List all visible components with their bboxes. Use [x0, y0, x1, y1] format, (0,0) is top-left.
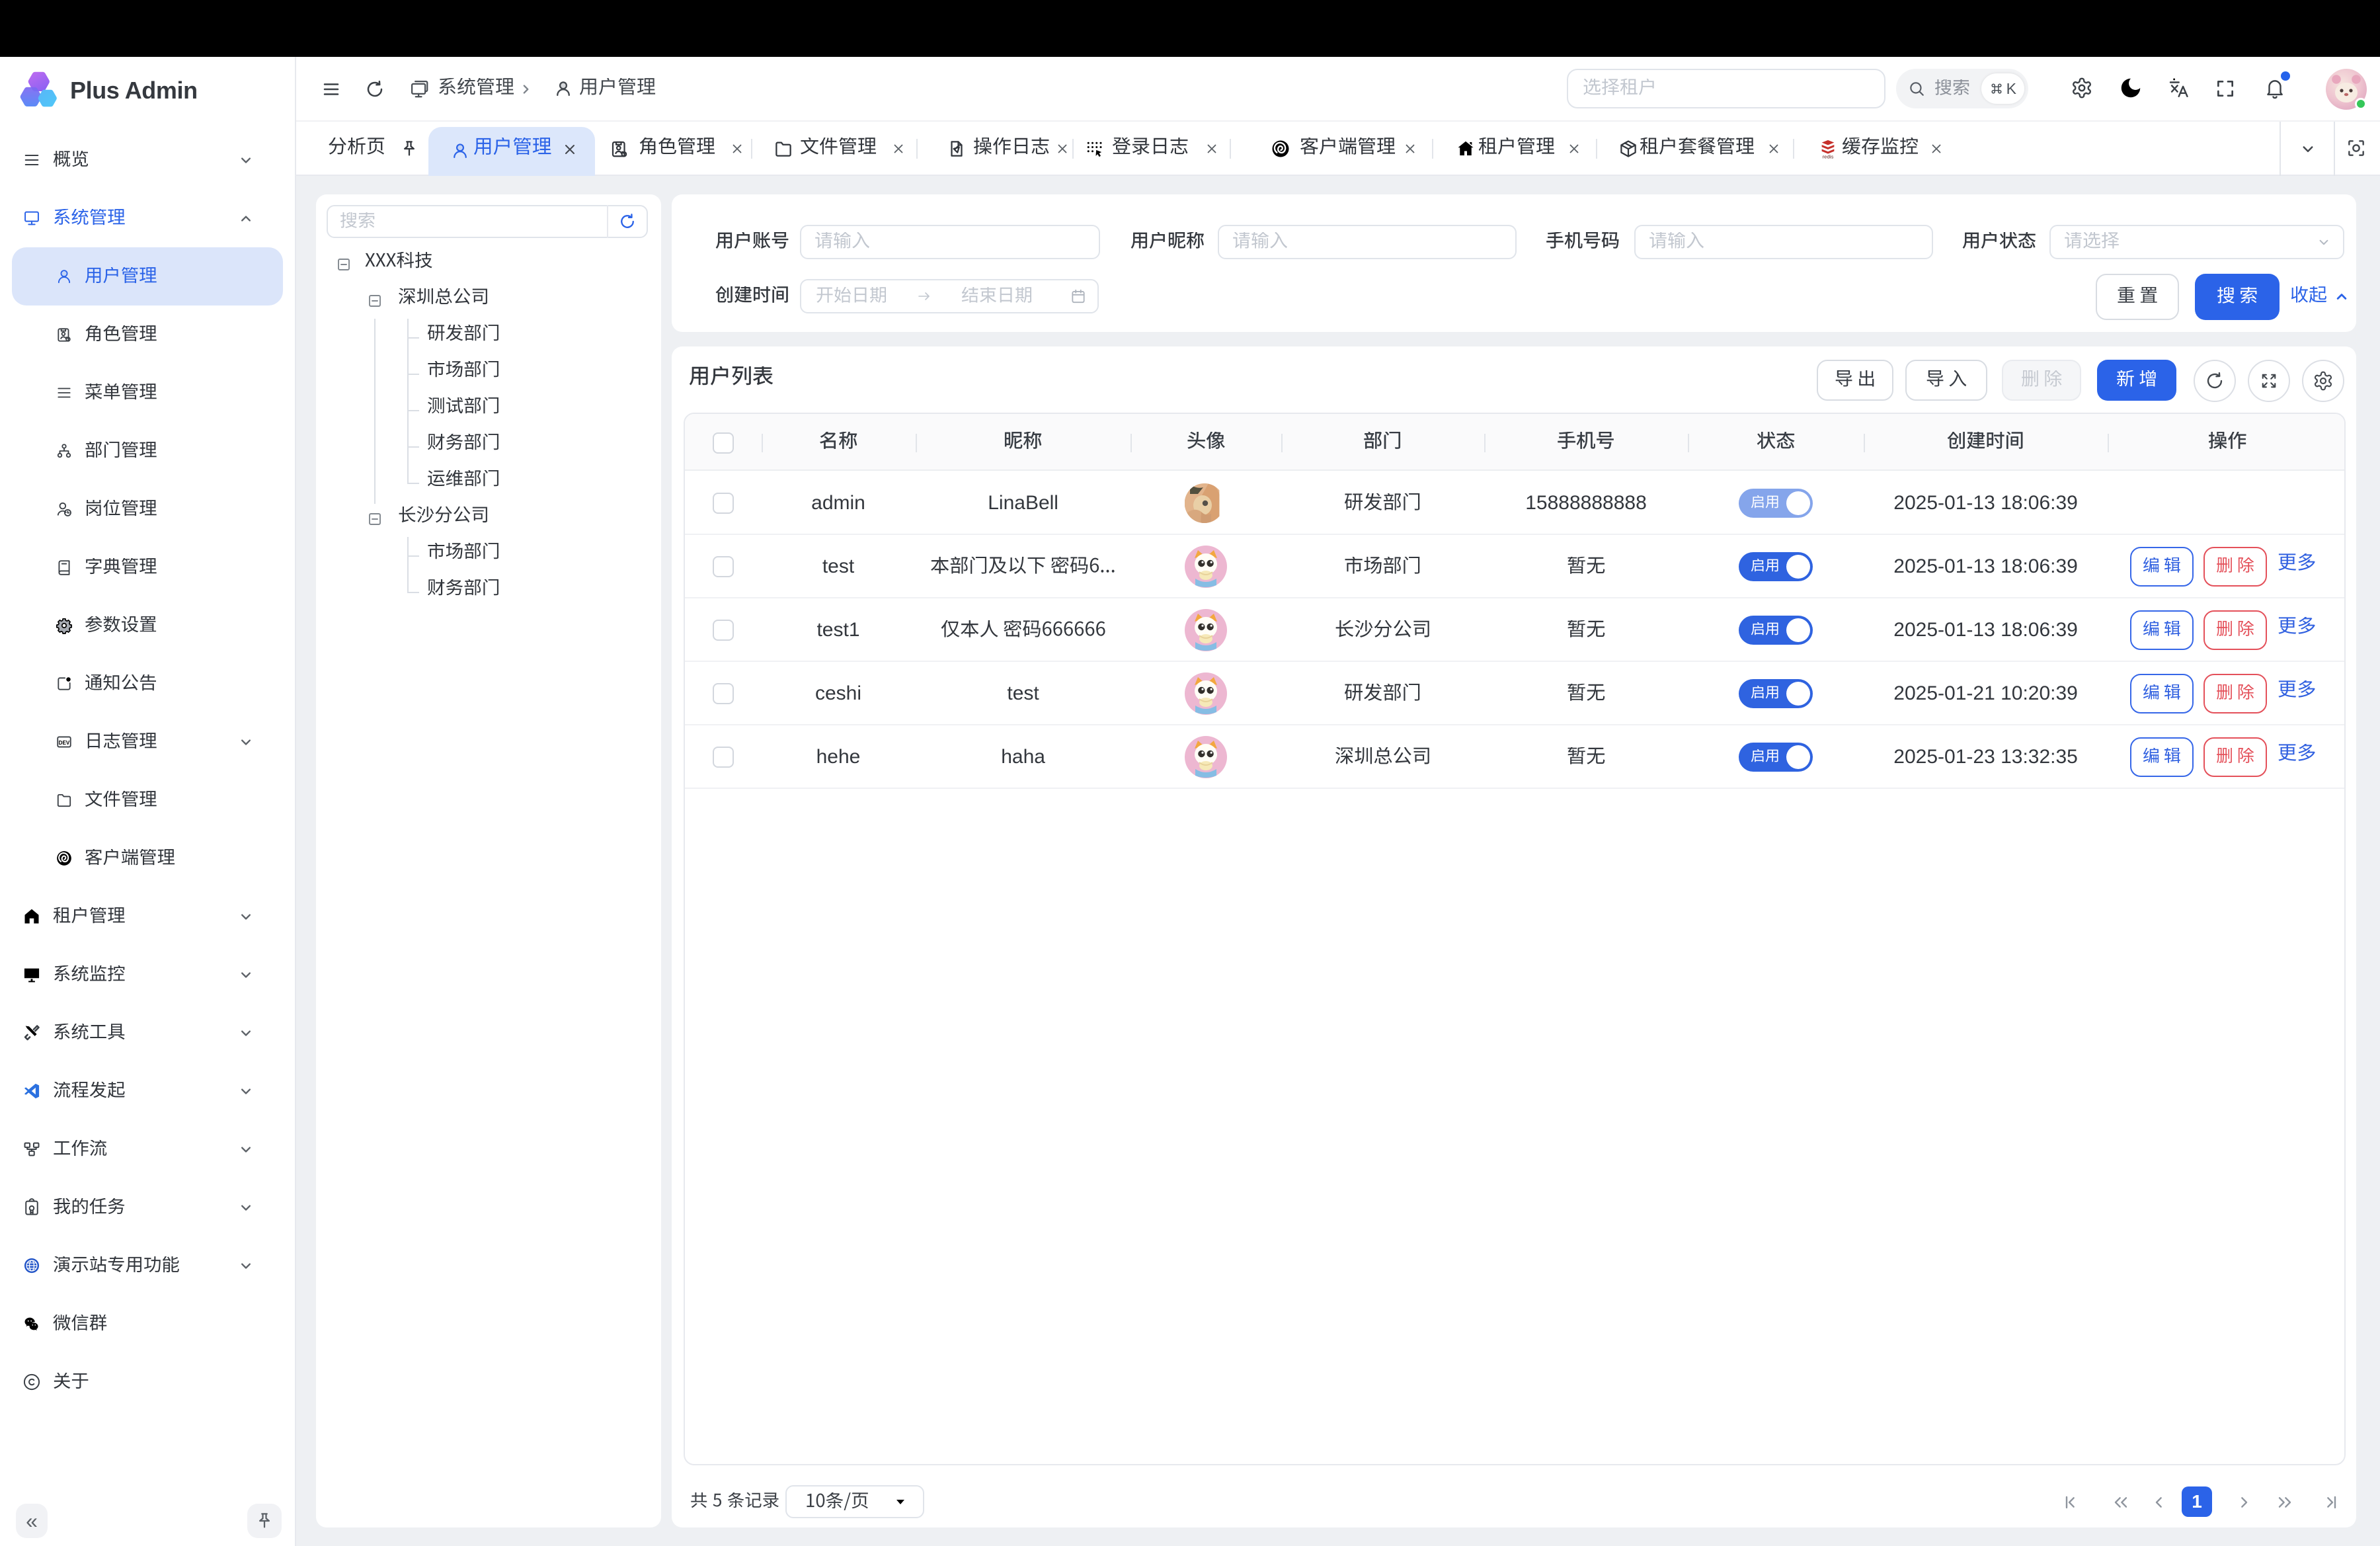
svg-text:redis: redis: [1823, 153, 1834, 159]
svg-text:DEV: DEV: [59, 740, 70, 746]
